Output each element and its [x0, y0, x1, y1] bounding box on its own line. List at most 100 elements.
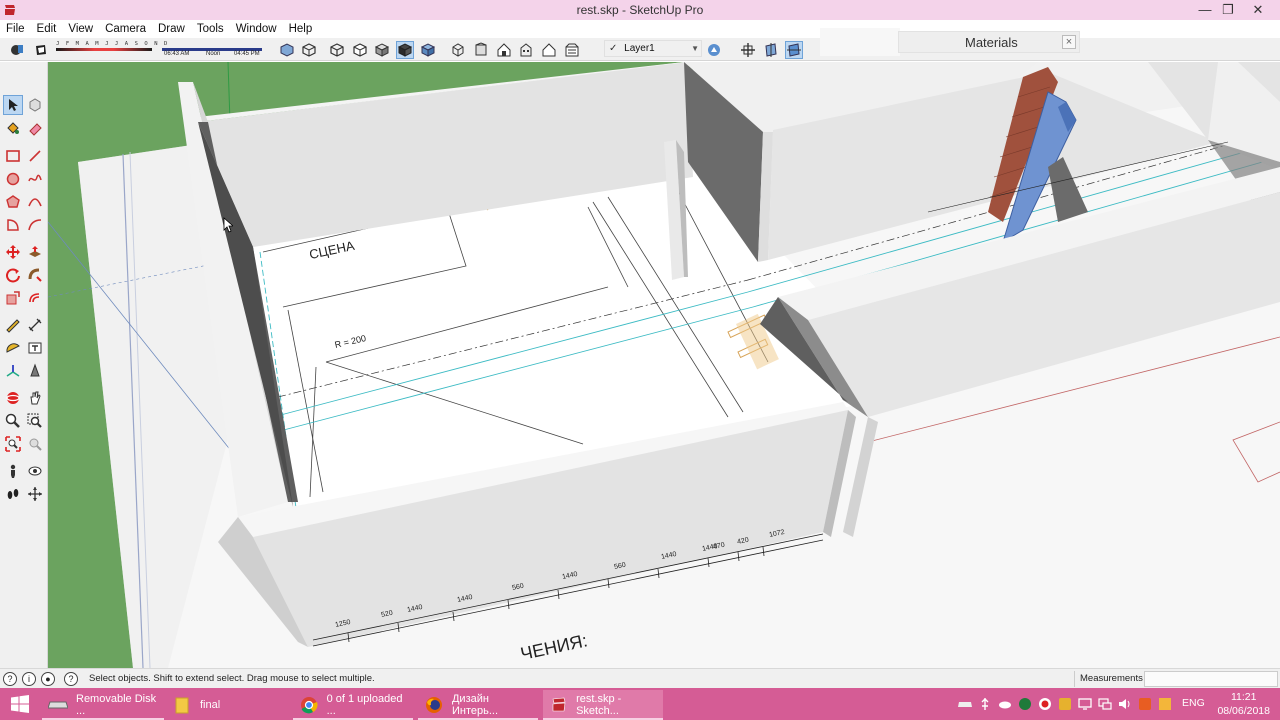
- eraser-icon[interactable]: [25, 118, 45, 138]
- menu-edit[interactable]: Edit: [31, 20, 63, 38]
- taskbar-label: Дизайн Интерь...: [451, 693, 499, 717]
- zoom-tool-icon[interactable]: [3, 411, 23, 431]
- position-camera-icon[interactable]: [3, 461, 23, 481]
- offset-tool-icon[interactable]: [25, 288, 45, 308]
- section-plane-tool-icon[interactable]: [25, 484, 45, 504]
- materials-tray-header[interactable]: Materials ×: [898, 31, 1080, 53]
- windows-logo-icon: [11, 695, 29, 713]
- scale-tool-icon[interactable]: [3, 288, 23, 308]
- tray-cloud-icon[interactable]: [998, 697, 1012, 711]
- menu-window[interactable]: Window: [230, 20, 283, 38]
- layer-dropdown[interactable]: ✓ Layer1 ▼: [604, 40, 702, 57]
- tray-display-icon[interactable]: [1078, 697, 1092, 711]
- tray-app-icon[interactable]: [1058, 697, 1072, 711]
- fog-toggle-icon[interactable]: [32, 41, 50, 59]
- zoom-extents-icon[interactable]: [3, 434, 23, 454]
- text-tool-icon[interactable]: [25, 338, 45, 358]
- geo-location-icon[interactable]: ?: [3, 672, 17, 686]
- system-clock[interactable]: 11:21 08/06/2018: [1217, 690, 1270, 718]
- wireframe-style-icon[interactable]: [328, 41, 346, 59]
- zoom-window-icon[interactable]: [25, 411, 45, 431]
- walk-tool-icon[interactable]: [3, 484, 23, 504]
- polygon-tool-icon[interactable]: [3, 192, 23, 212]
- window-title: rest.skp - SketchUp Pro: [576, 3, 704, 17]
- freehand-tool-icon[interactable]: [25, 169, 45, 189]
- xray-style-icon[interactable]: [278, 41, 296, 59]
- measurements-input[interactable]: [1144, 671, 1278, 687]
- tray-editor-icon[interactable]: [1158, 697, 1172, 711]
- menu-view[interactable]: View: [62, 20, 99, 38]
- layer-manager-icon[interactable]: [705, 41, 723, 59]
- right-view-icon[interactable]: [517, 41, 535, 59]
- menu-camera[interactable]: Camera: [99, 20, 152, 38]
- taskbar-final-folder[interactable]: final: [166, 690, 288, 720]
- instructor-help-icon[interactable]: ?: [64, 672, 78, 686]
- tray-record-icon[interactable]: [1038, 697, 1052, 711]
- axes-tool-icon[interactable]: [3, 361, 23, 381]
- maximize-button[interactable]: ❐: [1213, 0, 1243, 20]
- shaded-textures-style-icon[interactable]: [396, 41, 414, 59]
- taskbar-removable-disk[interactable]: Removable Disk ...: [42, 690, 164, 720]
- shaded-style-icon[interactable]: [373, 41, 391, 59]
- materials-title: Materials: [965, 35, 1018, 50]
- menu-help[interactable]: Help: [283, 20, 319, 38]
- protractor-icon[interactable]: [3, 338, 23, 358]
- top-view-icon[interactable]: [472, 41, 490, 59]
- menu-draw[interactable]: Draw: [152, 20, 191, 38]
- paint-bucket-icon[interactable]: [3, 118, 23, 138]
- volume-icon[interactable]: [1118, 697, 1132, 711]
- shadows-toggle-icon[interactable]: [8, 41, 26, 59]
- monochrome-style-icon[interactable]: [419, 41, 437, 59]
- materials-close-icon[interactable]: ×: [1062, 35, 1076, 49]
- arc-tool-icon[interactable]: [25, 192, 45, 212]
- tray-usb-icon[interactable]: [978, 697, 992, 711]
- network-icon[interactable]: [1098, 697, 1112, 711]
- shadow-date-slider[interactable]: J F M A M J J A S O N D: [56, 41, 167, 59]
- rotate-tool-icon[interactable]: [3, 265, 23, 285]
- two-point-arc-icon[interactable]: [25, 215, 45, 235]
- line-tool-icon[interactable]: [25, 146, 45, 166]
- user-account-icon[interactable]: ●: [41, 672, 55, 686]
- display-section-cuts-icon[interactable]: [785, 41, 803, 59]
- shadow-time-slider[interactable]: 06:43 AM Noon 04:45 PM: [162, 41, 262, 59]
- dimension-tool-icon[interactable]: [25, 315, 45, 335]
- tape-measure-icon[interactable]: [3, 315, 23, 335]
- taskbar-firefox[interactable]: Дизайн Интерь...: [418, 690, 538, 720]
- model-scene: [48, 62, 1280, 668]
- 3d-text-icon[interactable]: [25, 361, 45, 381]
- iso-view-icon[interactable]: [449, 41, 467, 59]
- make-component-icon[interactable]: [25, 95, 45, 115]
- follow-me-icon[interactable]: [25, 265, 45, 285]
- status-hint-text: Select objects. Shift to extend select. …: [89, 673, 375, 684]
- look-around-icon[interactable]: [25, 461, 45, 481]
- back-view-icon[interactable]: [540, 41, 558, 59]
- model-viewport[interactable]: СЦЕНА R = 200 ЧЕНИЯ: 1250 520 1440 1440 …: [48, 62, 1280, 668]
- select-tool-icon[interactable]: [3, 95, 23, 115]
- taskbar-sketchup[interactable]: rest.skp - Sketch...: [543, 690, 663, 720]
- back-edges-style-icon[interactable]: [300, 41, 318, 59]
- tray-drive-icon[interactable]: [958, 697, 972, 711]
- section-plane-icon[interactable]: [739, 41, 757, 59]
- credits-icon[interactable]: i: [22, 672, 36, 686]
- start-button[interactable]: [0, 688, 40, 720]
- tray-notification-app-icon[interactable]: [1138, 697, 1152, 711]
- push-pull-icon[interactable]: [25, 242, 45, 262]
- pie-tool-icon[interactable]: [3, 215, 23, 235]
- orbit-tool-icon[interactable]: [3, 388, 23, 408]
- menu-file[interactable]: File: [0, 20, 31, 38]
- circle-tool-icon[interactable]: [3, 169, 23, 189]
- move-tool-icon[interactable]: [3, 242, 23, 262]
- input-language[interactable]: ENG: [1182, 697, 1205, 709]
- sketchup-app-icon[interactable]: [3, 3, 17, 17]
- menu-tools[interactable]: Tools: [191, 20, 230, 38]
- close-window-button[interactable]: ✕: [1243, 0, 1273, 20]
- hidden-line-style-icon[interactable]: [351, 41, 369, 59]
- front-view-icon[interactable]: [495, 41, 513, 59]
- pan-tool-icon[interactable]: [25, 388, 45, 408]
- rectangle-tool-icon[interactable]: [3, 146, 23, 166]
- display-section-planes-icon[interactable]: [762, 41, 780, 59]
- left-view-icon[interactable]: [563, 41, 581, 59]
- taskbar-chrome[interactable]: 0 of 1 uploaded ...: [293, 690, 413, 720]
- previous-view-icon[interactable]: [25, 434, 45, 454]
- tray-antivirus-icon[interactable]: [1018, 697, 1032, 711]
